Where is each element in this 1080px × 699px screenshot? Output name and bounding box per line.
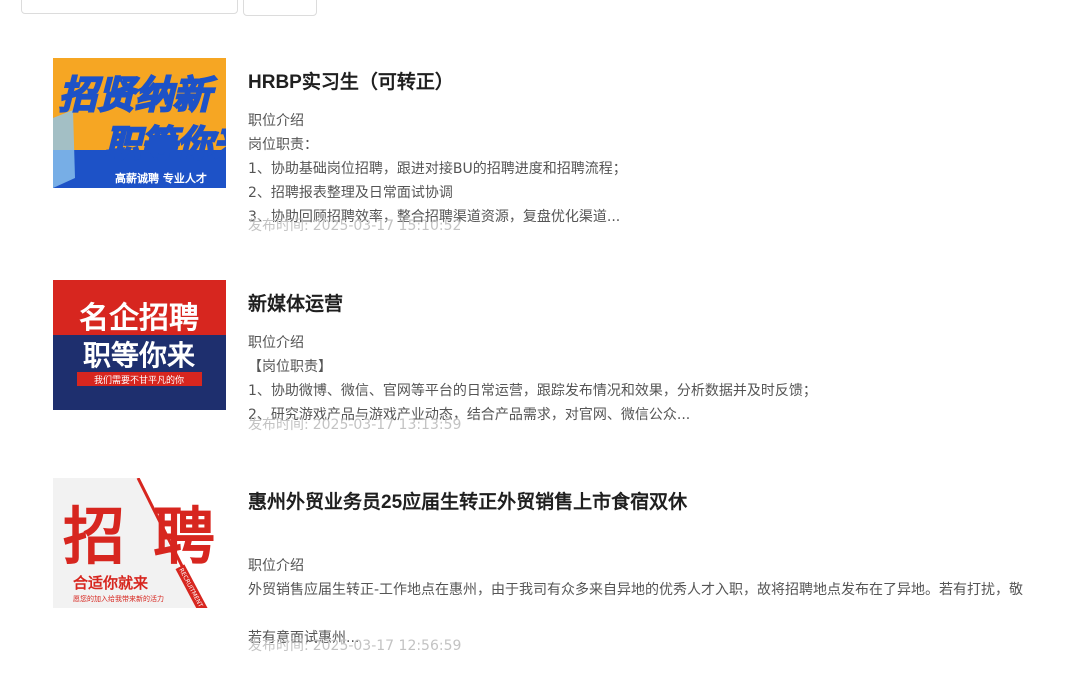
banner-text: 招贤纳新 <box>59 73 217 117</box>
job-description: 职位介绍 岗位职责： 1、协助基础岗位招聘，跟进对接BU的招聘进度和招聘流程； … <box>248 109 1080 229</box>
search-button[interactable] <box>243 0 317 16</box>
job-list-item[interactable]: 名企招聘 职等你来 我们需要不甘平凡的你 新媒体运营 职位介绍 【岗位职责】 1… <box>0 280 1080 480</box>
description-line <box>248 602 1080 626</box>
description-line: 1、协助微博、微信、官网等平台的日常运营，跟踪发布情况和效果，分析数据并及时反馈… <box>248 383 817 399</box>
job-thumbnail: 招贤纳新 职等你来 高薪诚聘 专业人才 <box>53 58 226 188</box>
publish-time: 发布时间: 2025-03-17 12:56:59 <box>248 635 465 655</box>
job-list-item[interactable]: 招 聘 合适你就来 愿您的加入给我带来新的活力 RECRUITMENT 惠州外贸… <box>0 478 1080 678</box>
publish-label: 发布时间: <box>248 417 309 433</box>
section-label: 职位介绍 <box>248 558 304 574</box>
job-title[interactable]: HRBP实习生（可转正） <box>248 67 454 94</box>
banner-text: 合适你就来 <box>72 574 149 592</box>
search-input[interactable] <box>21 0 238 14</box>
description-line: 岗位职责： <box>248 137 318 153</box>
search-toolbar <box>0 0 1080 20</box>
publish-label: 发布时间: <box>248 638 309 654</box>
publish-time: 发布时间: 2025-03-17 15:10:52 <box>248 215 465 235</box>
publish-label: 发布时间: <box>248 218 309 234</box>
publish-time-value: 2025-03-17 15:10:52 <box>312 218 462 234</box>
section-label: 职位介绍 <box>248 113 304 129</box>
description-line: 外贸销售应届生转正-工作地点在惠州，由于我司有众多来自异地的优秀人才入职，故将招… <box>248 582 1024 598</box>
job-title[interactable]: 惠州外贸业务员25应届生转正外贸销售上市食宿双休 <box>248 487 687 514</box>
job-title[interactable]: 新媒体运营 <box>248 289 343 316</box>
description-line: 【岗位职责】 <box>248 359 332 375</box>
banner-text: 高薪诚聘 专业人才 <box>115 171 207 185</box>
publish-time: 发布时间: 2025-03-17 13:13:59 <box>248 414 465 434</box>
description-line: 2、招聘报表整理及日常面试协调 <box>248 185 453 201</box>
banner-text: 聘 <box>153 500 215 573</box>
job-description: 职位介绍 【岗位职责】 1、协助微博、微信、官网等平台的日常运营，跟踪发布情况和… <box>248 331 1080 427</box>
publish-time-value: 2025-03-17 12:56:59 <box>312 638 462 654</box>
section-label: 职位介绍 <box>248 335 304 351</box>
job-thumbnail: 名企招聘 职等你来 我们需要不甘平凡的你 <box>53 280 226 410</box>
banner-text: 愿您的加入给我带来新的活力 <box>73 594 164 603</box>
job-thumbnail: 招 聘 合适你就来 愿您的加入给我带来新的活力 RECRUITMENT <box>53 478 226 608</box>
banner-text: 职等你来 <box>83 339 195 372</box>
description-line: 1、协助基础岗位招聘，跟进对接BU的招聘进度和招聘流程； <box>248 161 627 177</box>
publish-time-value: 2025-03-17 13:13:59 <box>312 417 462 433</box>
banner-text: 我们需要不甘平凡的你 <box>94 374 184 386</box>
job-list-item[interactable]: 招贤纳新 职等你来 高薪诚聘 专业人才 HRBP实习生（可转正） 职位介绍 岗位… <box>0 58 1080 258</box>
banner-text: 招 <box>63 500 125 573</box>
banner-text: 职等你来 <box>105 124 226 165</box>
banner-text: 名企招聘 <box>79 301 199 336</box>
